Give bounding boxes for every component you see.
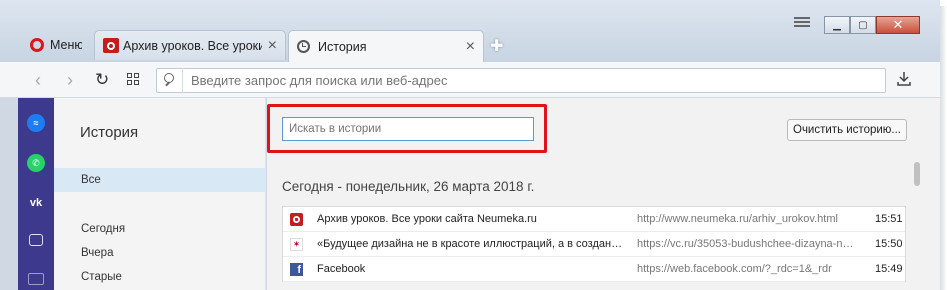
vk-icon[interactable]: vk	[27, 194, 45, 212]
opera-logo-icon	[30, 38, 44, 52]
history-nav-title: История	[80, 124, 139, 141]
browser-window: ▁ ▢ ✕ Меню Архив уроков. Все уроки × Ист…	[0, 0, 940, 290]
clear-history-button[interactable]: Очистить историю...	[787, 119, 907, 141]
history-filter-yesterday[interactable]: Вчера	[54, 241, 266, 265]
history-row-title: Facebook	[317, 263, 366, 275]
history-row-title: «Будущее дизайна не в красоте иллюстраци…	[317, 238, 625, 250]
tab-history[interactable]: История ×	[288, 30, 484, 62]
search-icon	[157, 68, 183, 93]
maximize-button[interactable]: ▢	[850, 16, 876, 34]
address-bar: ‹ › ↻	[0, 62, 940, 98]
history-search-input[interactable]	[282, 117, 534, 141]
camera-icon[interactable]	[29, 234, 43, 246]
opera-menu-button[interactable]: Меню	[22, 30, 90, 60]
history-row-time: 15:49	[875, 263, 903, 275]
history-clock-icon	[297, 40, 310, 53]
download-icon[interactable]	[897, 71, 911, 87]
neumeka-favicon-icon	[103, 38, 119, 53]
easy-setup-icon[interactable]	[794, 17, 810, 31]
scrollbar-thumb[interactable]	[914, 162, 920, 186]
neumeka-favicon-icon	[290, 212, 303, 226]
history-row-time: 15:50	[875, 238, 903, 250]
history-nav-panel: История Все Сегодня Вчера Старые	[54, 98, 266, 290]
history-row-time: 15:51	[875, 213, 903, 225]
history-row[interactable]: Архив уроков. Все уроки сайта Neumeka.ru…	[283, 207, 905, 232]
history-scrollbar[interactable]	[913, 160, 921, 290]
tab-archive-label: Архив уроков. Все уроки	[123, 38, 262, 53]
reload-icon[interactable]: ↻	[95, 70, 109, 90]
back-arrow-icon[interactable]: ‹	[28, 70, 48, 91]
vc-favicon-icon: ✶	[290, 237, 303, 251]
url-field-container	[156, 68, 886, 93]
facebook-favicon-icon: f	[290, 262, 303, 276]
menu-label: Меню	[50, 38, 82, 52]
opera-sidebar: ≈ ✆ vk	[18, 98, 54, 290]
history-row-title: Архив уроков. Все уроки сайта Neumeka.ru	[317, 213, 537, 225]
new-tab-plus-icon[interactable]: ✚	[490, 36, 503, 56]
history-row-url: https://web.facebook.com/?_rdc=1&_rdr	[637, 263, 832, 275]
window-controls: ▁ ▢ ✕	[824, 16, 920, 34]
close-window-button[interactable]: ✕	[876, 16, 920, 34]
tab-archive[interactable]: Архив уроков. Все уроки ×	[94, 30, 286, 60]
messenger-icon[interactable]: ≈	[27, 114, 45, 132]
history-row[interactable]: f Facebook https://web.facebook.com/?_rd…	[283, 257, 905, 282]
day-heading: Сегодня - понедельник, 26 марта 2018 г.	[282, 179, 535, 194]
speed-dial-icon[interactable]	[28, 273, 44, 285]
tab-close-icon[interactable]: ×	[466, 38, 475, 56]
whatsapp-icon[interactable]: ✆	[27, 154, 45, 172]
history-row-url: http://www.neumeka.ru/arhiv_urokov.html	[637, 213, 838, 225]
history-filter-today[interactable]: Сегодня	[54, 217, 266, 241]
tab-close-icon[interactable]: ×	[268, 37, 277, 55]
minimize-button[interactable]: ▁	[824, 16, 850, 34]
history-filter-older[interactable]: Старые	[54, 265, 266, 289]
forward-arrow-icon[interactable]: ›	[60, 70, 80, 91]
history-row-url: https://vc.ru/35053-budushchee-dizayna-n…	[637, 238, 857, 250]
window-shadow	[940, 6, 947, 290]
history-list: Архив уроков. Все уроки сайта Neumeka.ru…	[282, 206, 906, 282]
tab-history-label: История	[318, 39, 367, 54]
history-filter-all[interactable]: Все	[54, 168, 266, 192]
tab-strip: ▁ ▢ ✕ Меню Архив уроков. Все уроки × Ист…	[0, 0, 940, 62]
history-row[interactable]: ✶ «Будущее дизайна не в красоте иллюстра…	[283, 232, 905, 257]
tabs-grid-icon[interactable]	[127, 73, 139, 85]
url-input[interactable]	[183, 73, 885, 88]
